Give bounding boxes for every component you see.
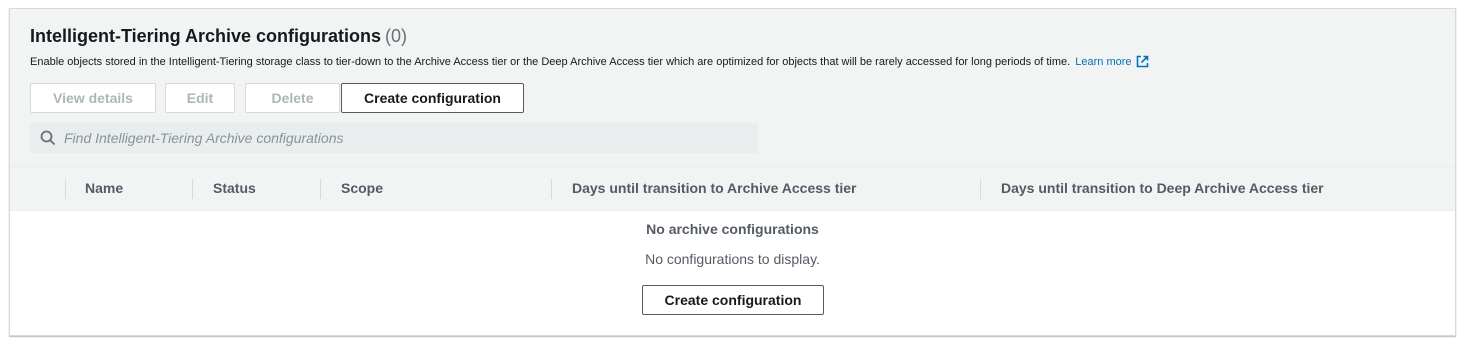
delete-button[interactable]: Delete [245,83,340,113]
description-text: Enable objects stored in the Intelligent… [30,56,1071,68]
search-box[interactable] [30,123,758,153]
column-header-archive-days[interactable]: Days until transition to Archive Access … [572,167,857,210]
table-header: Name Status Scope Days until transition … [10,167,1455,211]
search-input[interactable] [64,123,744,153]
empty-state-create-button[interactable]: Create configuration [642,285,824,315]
empty-state-title: No archive configurations [646,221,819,237]
column-divider [192,179,193,199]
empty-state-description: No configurations to display. [645,251,820,267]
column-header-deep-archive-days[interactable]: Days until transition to Deep Archive Ac… [1001,167,1324,210]
learn-more-label: Learn more [1075,56,1132,68]
panel-title: Intelligent-Tiering Archive configuratio… [30,26,407,47]
view-details-button[interactable]: View details [30,83,156,113]
config-count: (0) [385,26,408,46]
learn-more-link[interactable]: Learn more [1075,55,1149,71]
column-divider [551,179,552,199]
edit-button[interactable]: Edit [165,83,235,113]
create-configuration-button[interactable]: Create configuration [341,83,524,113]
column-divider [65,179,66,199]
panel-title-text: Intelligent-Tiering Archive configuratio… [30,26,382,46]
panel-header: Intelligent-Tiering Archive configuratio… [10,9,1455,167]
search-icon [40,130,56,151]
panel-description: Enable objects stored in the Intelligent… [30,55,1149,71]
column-header-scope[interactable]: Scope [341,167,383,210]
column-header-name[interactable]: Name [85,167,123,210]
column-divider [980,179,981,199]
column-divider [320,179,321,199]
column-header-status[interactable]: Status [213,167,256,210]
external-link-icon [1136,55,1149,71]
intelligent-tiering-panel: Intelligent-Tiering Archive configuratio… [9,8,1456,336]
